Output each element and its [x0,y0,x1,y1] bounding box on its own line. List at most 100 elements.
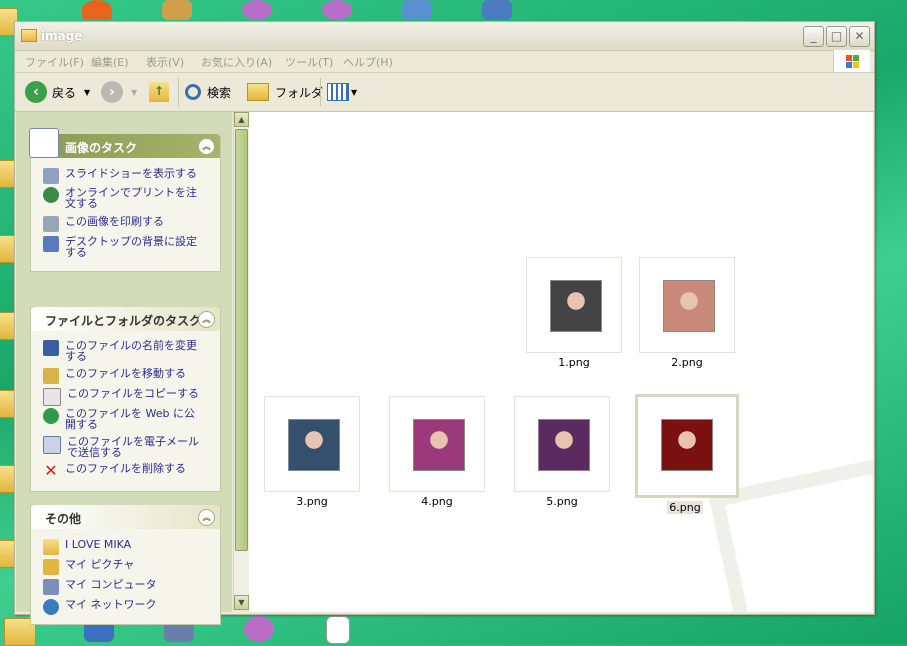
thumbnail-frame[interactable] [389,396,485,492]
search-label: 検索 [207,85,232,100]
menu-tools[interactable]: ツール(T) [285,54,333,70]
file-name: 4.png [421,495,453,508]
task-print[interactable]: この画像を印刷する [43,216,205,232]
desktop-player-icon[interactable] [242,0,272,20]
file-item[interactable]: 5.png [514,396,610,508]
menu-view[interactable]: 表示(V) [146,54,184,70]
copy-icon [43,388,61,406]
place-my-computer[interactable]: マイ コンピュータ [43,579,205,595]
thumbnail-image [550,280,602,332]
task-order-prints[interactable]: オンラインでプリントを注文する [43,187,205,209]
email-icon [43,436,61,454]
file-item[interactable]: 4.png [389,396,485,508]
task-copy[interactable]: このファイルをコピーする [43,388,207,406]
collapse-icon[interactable]: ︽ [198,509,215,526]
desktop-tool-icon[interactable] [482,0,512,20]
pictures-icon [43,559,59,575]
desktop-image-icon[interactable] [326,616,350,644]
menu-help[interactable]: ヘルプ(H) [343,54,393,70]
scroll-thumb[interactable] [235,129,248,551]
task-pane-scrollbar[interactable]: ▲ ▼ [233,112,249,610]
forward-button[interactable]: › ▼ [101,80,137,104]
file-item[interactable]: 1.png [526,257,622,369]
place-my-pictures[interactable]: マイ ピクチャ [43,559,205,575]
thumbnail-image [661,419,713,471]
menu-edit[interactable]: 編集(E) [91,54,129,70]
maximize-button[interactable]: □ [826,26,847,47]
menu-bar: ファイル(F) 編集(E) 表示(V) お気に入り(A) ツール(T) ヘルプ(… [15,50,874,73]
thumbnail-image [288,419,340,471]
globe-icon [43,187,59,203]
views-icon [327,83,349,101]
back-button[interactable]: ‹ 戻る ▼ [25,80,90,104]
task-set-background[interactable]: デスクトップの背景に設定する [43,236,205,258]
folders-label: フォルダ [275,85,324,100]
collapse-icon[interactable]: ︽ [198,311,215,328]
desktop-player2-icon[interactable] [322,0,352,20]
image-tasks-header[interactable]: 画像のタスク ︽ [29,128,220,158]
dropdown-arrow-icon[interactable]: ▼ [84,88,90,97]
thumbnail-frame[interactable] [526,257,622,353]
desktop-app-icon[interactable] [82,0,112,20]
printer-icon [43,216,59,232]
menu-favorites[interactable]: お気に入り(A) [201,54,272,70]
views-button[interactable]: ▼ [327,80,357,104]
rename-icon [43,340,59,356]
folder-icon [21,29,37,42]
other-places-header[interactable]: その他 ︽ [31,505,220,529]
task-email[interactable]: このファイルを電子メールで送信する [43,436,207,458]
dropdown-arrow-icon[interactable]: ▼ [351,88,357,97]
collapse-icon[interactable]: ︽ [198,138,215,155]
place-my-network[interactable]: マイ ネットワーク [43,599,205,615]
file-name: 6.png [667,501,703,514]
file-item[interactable]: 3.png [264,396,360,508]
delete-icon: ✕ [44,461,58,480]
search-icon [185,84,201,100]
task-delete[interactable]: ✕ このファイルを削除する [43,463,205,479]
thumbnail-image [663,280,715,332]
file-item-selected[interactable]: 6.png [635,394,739,514]
menu-file[interactable]: ファイル(F) [25,54,84,70]
web-publish-icon [43,408,59,424]
thumbnail-frame[interactable] [264,396,360,492]
file-tasks-header[interactable]: ファイルとフォルダのタスク ︽ [31,307,220,331]
task-publish-web[interactable]: このファイルを Web に公開する [43,408,205,430]
file-name: 5.png [546,495,578,508]
minimize-button[interactable]: _ [803,26,824,47]
search-button[interactable]: 検索 [185,80,231,104]
file-name: 2.png [671,356,703,369]
title-bar[interactable]: image _ □ ✕ [15,22,874,51]
image-tasks-icon [29,128,59,158]
folders-icon [247,83,269,101]
file-item[interactable]: 2.png [639,257,735,369]
windows-logo-icon [833,50,870,72]
task-slideshow[interactable]: スライドショーを表示する [43,168,205,184]
desktop-music-icon[interactable] [402,0,432,20]
dropdown-arrow-icon[interactable]: ▼ [131,88,137,97]
thumbnail-frame[interactable] [514,396,610,492]
file-tasks-title: ファイルとフォルダのタスク [45,314,202,328]
file-tasks-panel: ファイルとフォルダのタスク ︽ このファイルの名前を変更する このファイルを移動… [30,307,221,492]
forward-arrow-icon: › [101,81,123,103]
back-label: 戻る [52,85,77,100]
up-arrow-icon: ↑ [149,82,169,102]
folder-icon [43,539,59,555]
task-rename[interactable]: このファイルの名前を変更する [43,340,205,362]
thumbnail-frame[interactable] [635,394,739,498]
folders-button[interactable]: フォルダ [247,80,323,104]
file-name: 3.png [296,495,328,508]
toolbar-separator [320,78,321,106]
network-icon [43,599,59,615]
back-arrow-icon: ‹ [25,81,47,103]
desktop-paint-icon[interactable] [162,0,192,20]
place-i-love-mika[interactable]: I LOVE MIKA [43,539,205,555]
task-move[interactable]: このファイルを移動する [43,368,205,384]
file-name: 1.png [558,356,590,369]
thumbnail-frame[interactable] [639,257,735,353]
file-view[interactable]: 1.png 2.png 3.png 4.png 5.png 6.png [249,112,873,612]
close-button[interactable]: ✕ [849,26,870,47]
desktop-flv-icon[interactable] [244,616,274,642]
scroll-up-button[interactable]: ▲ [234,112,249,127]
scroll-down-button[interactable]: ▼ [234,595,249,610]
up-folder-button[interactable]: ↑ [149,80,169,104]
